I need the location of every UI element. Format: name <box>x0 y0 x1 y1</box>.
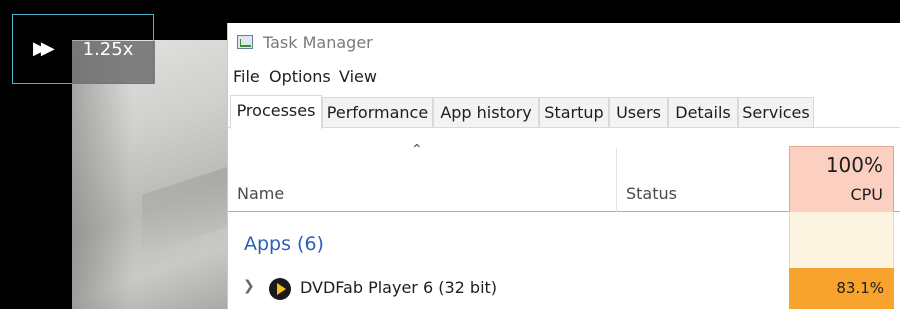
sort-up-icon[interactable]: ⌃ <box>411 142 423 158</box>
cpu-value: 83.1% <box>836 279 884 297</box>
playback-speed-overlay: ▶▶ 1.25x <box>12 14 155 84</box>
column-header-row: ⌃ Name Status 100% CPU <box>228 128 900 212</box>
column-status[interactable]: Status <box>626 184 677 203</box>
process-name: DVDFab Player 6 (32 bit) <box>300 278 498 297</box>
column-cpu[interactable]: 100% CPU <box>789 146 894 212</box>
tab-performance[interactable]: Performance <box>322 97 433 127</box>
cpu-cell: 83.1% <box>789 268 894 309</box>
menu-options[interactable]: Options <box>269 66 331 88</box>
column-divider[interactable] <box>616 148 617 212</box>
tab-app-history[interactable]: App history <box>433 97 539 127</box>
tab-users[interactable]: Users <box>609 97 668 127</box>
tab-services[interactable]: Services <box>738 97 814 127</box>
tab-processes[interactable]: Processes <box>230 95 322 129</box>
table-row[interactable]: ❯ DVDFab Player 6 (32 bit) 83.1% <box>228 268 900 309</box>
menu-file[interactable]: File <box>233 66 260 88</box>
menu-view[interactable]: View <box>339 66 377 88</box>
chevron-right-icon[interactable]: ❯ <box>243 278 255 294</box>
apps-group-title: Apps (6) <box>244 233 324 255</box>
tab-bar: Processes Performance App history Startu… <box>228 95 900 129</box>
window-title: Task Manager <box>263 33 373 52</box>
task-manager-window: Task Manager File Options View Processes… <box>227 23 900 309</box>
dvdfab-play-icon <box>269 278 291 300</box>
tab-details[interactable]: Details <box>668 97 738 127</box>
tab-startup[interactable]: Startup <box>539 97 609 127</box>
cpu-total-percent: 100% <box>825 153 883 177</box>
task-manager-icon <box>237 35 253 49</box>
title-bar[interactable]: Task Manager <box>228 23 900 63</box>
speed-label: 1.25x <box>82 39 134 60</box>
cpu-column-label: CPU <box>850 185 883 204</box>
fast-forward-icon: ▶▶ <box>33 38 55 59</box>
column-name[interactable]: Name <box>237 184 284 203</box>
